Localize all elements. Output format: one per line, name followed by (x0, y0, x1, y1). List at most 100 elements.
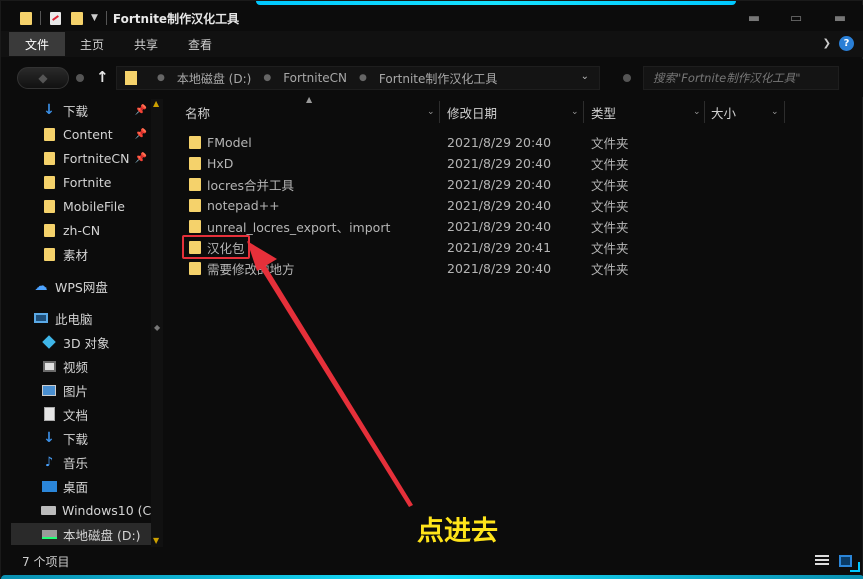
nav-item-label: 文档 (63, 407, 89, 423)
file-row-places-to-modify[interactable]: 需要修改的地方 2021/8/29 20:40 文件夹 (169, 258, 859, 279)
properties-icon[interactable] (49, 11, 62, 26)
file-date: 2021/8/29 20:40 (447, 261, 552, 276)
file-row-hxd[interactable]: HxD 2021/8/29 20:40 文件夹 (169, 153, 859, 174)
file-date: 2021/8/29 20:40 (447, 198, 552, 213)
item-count: 7 个项目 (22, 554, 70, 569)
tab-file[interactable]: 文件 (9, 32, 65, 56)
nav-item-label: Fortnite (63, 174, 112, 190)
tab-view[interactable]: 查看 (173, 32, 227, 56)
file-type: 文件夹 (591, 136, 629, 151)
folder-icon (189, 199, 201, 212)
file-name: unreal_locres_export、import (207, 220, 391, 235)
column-separator[interactable] (704, 101, 705, 123)
nav-item-label: 3D 对象 (63, 335, 110, 351)
recent-locations-icon[interactable] (76, 74, 84, 82)
nav-item-wps-cloud[interactable]: ☁ WPS网盘 (11, 275, 151, 297)
file-name: HxD (207, 156, 234, 171)
pin-icon[interactable]: 📌 (135, 105, 147, 116)
file-name: locres合并工具 (207, 178, 295, 193)
new-folder-icon[interactable] (70, 11, 83, 26)
refresh-icon[interactable] (623, 74, 631, 82)
up-arrow-icon[interactable]: ↑ (96, 68, 109, 86)
file-row-localization-pack[interactable]: 汉化包 2021/8/29 20:41 文件夹 (169, 237, 859, 258)
details-view-icon[interactable] (815, 555, 829, 567)
column-headers: ▲ 名称 ⌄ 修改日期 ⌄ 类型 ⌄ 大小 ⌄ (169, 95, 863, 125)
column-separator[interactable] (439, 101, 440, 123)
file-type: 文件夹 (591, 157, 629, 172)
resize-corner[interactable] (850, 562, 860, 572)
nav-item-pictures[interactable]: 图片 (11, 379, 151, 401)
file-row-unreal-locres[interactable]: unreal_locres_export、import 2021/8/29 20… (169, 216, 859, 237)
file-name: notepad++ (207, 198, 280, 213)
documents-icon (41, 406, 57, 422)
ribbon-tabs: 文件 主页 共享 查看 ❯ ? (1, 31, 863, 57)
breadcrumb-drive-d[interactable]: 本地磁盘 (D:) (177, 70, 251, 87)
nav-item-documents[interactable]: 文档 (11, 403, 151, 425)
nav-item-sucai[interactable]: 素材 (11, 243, 151, 265)
nav-item-fortnite[interactable]: Fortnite (11, 171, 151, 193)
column-name-dropdown-icon[interactable]: ⌄ (427, 107, 435, 117)
column-size-dropdown-icon[interactable]: ⌄ (771, 107, 779, 117)
back-forward-buttons[interactable]: ◆ (17, 67, 69, 89)
pin-icon[interactable]: 📌 (135, 153, 147, 164)
nav-item-downloads-quick[interactable]: ↓ 下载 📌 (11, 99, 151, 121)
3d-objects-icon (41, 334, 57, 350)
scroll-down-icon[interactable]: ▼ (153, 536, 159, 545)
nav-item-label: 素材 (63, 247, 89, 263)
window-title: Fortnite制作汉化工具 (112, 11, 240, 26)
breadcrumb-fortnitecn[interactable]: FortniteCN (283, 71, 347, 85)
customize-toolbar-icon[interactable]: ▼ (91, 13, 98, 23)
nav-item-downloads[interactable]: ↓ 下载 (11, 427, 151, 449)
column-separator[interactable] (583, 101, 584, 123)
file-date: 2021/8/29 20:41 (447, 240, 552, 255)
nav-scrollbar[interactable]: ▲ ◆ ▼ (151, 99, 163, 547)
column-date-dropdown-icon[interactable]: ⌄ (571, 107, 579, 117)
pin-icon[interactable]: 📌 (135, 129, 147, 140)
breadcrumb-current[interactable]: Fortnite制作汉化工具 (379, 70, 497, 87)
maximize-icon[interactable]: ▭ (776, 5, 816, 31)
file-name: 需要修改的地方 (207, 262, 295, 277)
computer-icon (33, 310, 49, 326)
nav-item-videos[interactable]: 视频 (11, 355, 151, 377)
tab-home[interactable]: 主页 (65, 32, 119, 56)
column-type-dropdown-icon[interactable]: ⌄ (693, 107, 701, 117)
folder-icon (189, 157, 201, 170)
nav-item-music[interactable]: ♪ 音乐 (11, 451, 151, 473)
folder-icon (189, 136, 201, 149)
folder-icon (41, 174, 57, 190)
search-placeholder: 搜索"Fortnite制作汉化工具" (653, 71, 801, 85)
nav-item-zh-cn[interactable]: zh-CN (11, 219, 151, 241)
address-history-dropdown-icon[interactable]: ⌄ (581, 71, 589, 82)
column-header-date[interactable]: 修改日期 (447, 99, 497, 125)
file-row-locres-merge-tool[interactable]: locres合并工具 2021/8/29 20:40 文件夹 (169, 174, 859, 195)
file-type: 文件夹 (591, 262, 629, 277)
nav-item-content[interactable]: Content 📌 (11, 123, 151, 145)
scroll-up-icon[interactable]: ▲ (153, 99, 159, 108)
nav-item-label: 下载 (63, 103, 89, 119)
scroll-thumb-grip[interactable]: ◆ (154, 323, 160, 332)
separator (40, 11, 41, 25)
nav-item-desktop[interactable]: 桌面 (11, 475, 151, 497)
search-input[interactable]: 搜索"Fortnite制作汉化工具" (643, 66, 839, 90)
file-row-fmodel[interactable]: FModel 2021/8/29 20:40 文件夹 (169, 132, 859, 153)
annotation-text: 点进去 (417, 516, 498, 547)
nav-item-mobilefile[interactable]: MobileFile (11, 195, 151, 217)
address-bar[interactable]: ● 本地磁盘 (D:) ● FortniteCN ● Fortnite制作汉化工… (116, 66, 600, 90)
address-row: ◆ ↑ ● 本地磁盘 (D:) ● FortniteCN ● Fortnite制… (1, 59, 863, 97)
nav-item-3d-objects[interactable]: 3D 对象 (11, 331, 151, 353)
close-icon[interactable]: ▬ (820, 5, 860, 31)
nav-item-fortnitecn[interactable]: FortniteCN 📌 (11, 147, 151, 169)
nav-item-label: zh-CN (63, 222, 101, 238)
column-header-name[interactable]: 名称 (185, 99, 210, 125)
help-icon[interactable]: ? (839, 36, 854, 51)
file-row-notepad[interactable]: notepad++ 2021/8/29 20:40 文件夹 (169, 195, 859, 216)
nav-item-drive-d[interactable]: 本地磁盘 (D:) (11, 523, 151, 545)
nav-item-this-pc[interactable]: 此电脑 (11, 307, 151, 329)
minimize-icon[interactable]: ▬ (734, 5, 774, 31)
column-header-type[interactable]: 类型 (591, 99, 616, 125)
chevron-down-icon[interactable]: ❯ (823, 38, 831, 49)
column-separator[interactable] (784, 101, 785, 123)
nav-item-drive-c[interactable]: Windows10 (C: (11, 499, 151, 521)
tab-share[interactable]: 共享 (119, 32, 173, 56)
column-header-size[interactable]: 大小 (711, 99, 736, 125)
